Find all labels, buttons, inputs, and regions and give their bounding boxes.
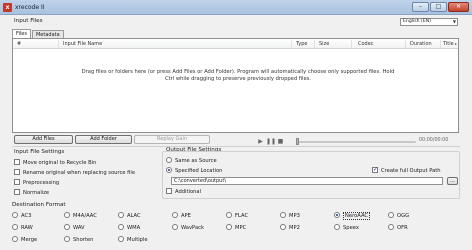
divider <box>12 146 460 147</box>
format-ofr[interactable]: OFR <box>388 223 408 232</box>
format-multiple[interactable]: Multiple <box>118 235 148 244</box>
option-create-full-output-path[interactable]: Create full Output Path <box>372 166 441 175</box>
output-path-field[interactable]: C:\converted\output\ <box>171 177 443 185</box>
format-ac3[interactable]: AC3 <box>12 211 31 220</box>
checkbox[interactable] <box>372 166 378 174</box>
checkbox[interactable] <box>166 187 172 194</box>
language-value: English (EN) <box>403 19 431 24</box>
radio[interactable] <box>388 223 394 230</box>
radio[interactable] <box>172 211 178 218</box>
radio-specified-location[interactable]: Specified Location <box>166 166 222 175</box>
seek-track[interactable] <box>296 141 416 143</box>
input-files-label: Input Files <box>14 18 43 24</box>
radio[interactable] <box>334 211 340 218</box>
radio[interactable] <box>166 166 172 173</box>
close-button[interactable]: ✕ <box>448 2 469 12</box>
add-files-button[interactable]: Add Files <box>14 135 73 144</box>
destination-format-label: Destination Format <box>12 202 66 208</box>
option-normalize[interactable]: Normalize <box>14 188 49 197</box>
checkbox[interactable] <box>14 168 20 175</box>
radio[interactable] <box>64 235 70 242</box>
format-mp2[interactable]: MP2 <box>280 223 300 232</box>
player-controls: ▶ ❚❚ ■ 00:00/00:00 <box>256 137 461 146</box>
format-merge[interactable]: Merge <box>12 235 37 244</box>
chevron-down-icon: ▼ <box>452 19 456 24</box>
radio[interactable] <box>118 211 124 218</box>
column-header-number[interactable]: # <box>17 41 21 47</box>
column-header-codec[interactable]: Codec <box>358 41 374 47</box>
radio[interactable] <box>226 211 232 218</box>
radio[interactable] <box>12 223 18 230</box>
format-wavpack[interactable]: WavPack <box>172 223 204 232</box>
radio[interactable] <box>12 211 18 218</box>
format-wma[interactable]: WMA <box>118 223 140 232</box>
format-mpc[interactable]: MPC <box>226 223 246 232</box>
format-alac[interactable]: ALAC <box>118 211 141 220</box>
format-mp3[interactable]: MP3 <box>280 211 300 220</box>
format-raw[interactable]: RAW <box>12 223 33 232</box>
minimize-button[interactable]: – <box>412 2 429 12</box>
checkbox[interactable] <box>14 188 20 195</box>
radio[interactable] <box>64 211 70 218</box>
option-rename-original[interactable]: Rename original when replacing source fi… <box>14 168 135 177</box>
pause-icon[interactable]: ❚❚ <box>266 137 276 146</box>
format-ogg[interactable]: OGG <box>388 211 409 220</box>
input-file-settings-label: Input File Settings <box>14 149 65 155</box>
maximize-button[interactable]: □ <box>430 2 447 12</box>
browse-button[interactable]: ... <box>447 177 458 185</box>
radio[interactable] <box>280 211 286 218</box>
radio[interactable] <box>388 211 394 218</box>
format-speex[interactable]: Speex <box>334 223 359 232</box>
radio[interactable] <box>64 223 70 230</box>
radio[interactable] <box>226 223 232 230</box>
format-shorten[interactable]: Shorten <box>64 235 93 244</box>
stop-icon[interactable]: ■ <box>276 137 285 146</box>
scroll-right-icon[interactable]: ▸ <box>453 39 459 49</box>
option-move-to-recycle-bin[interactable]: Move original to Recycle Bin <box>14 158 96 167</box>
column-header-size[interactable]: Size <box>319 41 329 47</box>
file-list[interactable]: # Input File Name Type Size Codec Durati… <box>12 38 459 133</box>
drop-hint: Drag files or folders here (or press Add… <box>73 69 403 83</box>
language-select[interactable]: English (EN) ▼ <box>400 18 458 26</box>
replay-gain-button[interactable]: Replay Gain <box>134 135 210 144</box>
radio[interactable] <box>334 223 340 230</box>
drop-hint-line-2: Ctrl while dragging to preserve previous… <box>164 76 312 82</box>
option-additional[interactable]: Additional <box>166 187 201 196</box>
column-header-duration[interactable]: Duration <box>410 41 432 47</box>
column-header-type[interactable]: Type <box>296 41 307 47</box>
window-title: xrecode II <box>15 4 45 11</box>
format-m4a-aac[interactable]: M4A/AAC <box>64 211 97 220</box>
drop-hint-line-1: Drag files or folders here (or press Add… <box>81 69 395 75</box>
seek-handle[interactable] <box>296 138 299 145</box>
radio[interactable] <box>172 223 178 230</box>
radio[interactable] <box>280 223 286 230</box>
title-bar[interactable]: x xrecode II – □ ✕ <box>0 0 472 15</box>
radio[interactable] <box>12 235 18 242</box>
radio[interactable] <box>166 156 172 163</box>
radio-same-as-source[interactable]: Same as Source <box>166 156 217 165</box>
option-preprocessing[interactable]: Preprocessing <box>14 178 59 187</box>
format-flac[interactable]: FLAC <box>226 211 248 220</box>
column-header-file-name[interactable]: Input File Name <box>63 41 102 47</box>
time-readout: 00:00/00:00 <box>419 138 449 143</box>
checkbox[interactable] <box>14 178 20 185</box>
format-neroaac[interactable]: NeroAAC <box>334 211 371 220</box>
app-icon[interactable]: x <box>3 3 12 12</box>
format-wav[interactable]: WAV <box>64 223 85 232</box>
file-list-header: # Input File Name Type Size Codec Durati… <box>13 39 458 49</box>
checkbox[interactable] <box>14 158 20 165</box>
radio[interactable] <box>118 223 124 230</box>
radio[interactable] <box>118 235 124 242</box>
format-ape[interactable]: APE <box>172 211 191 220</box>
add-folder-button[interactable]: Add Folder <box>75 135 132 144</box>
play-icon[interactable]: ▶ <box>256 137 265 146</box>
